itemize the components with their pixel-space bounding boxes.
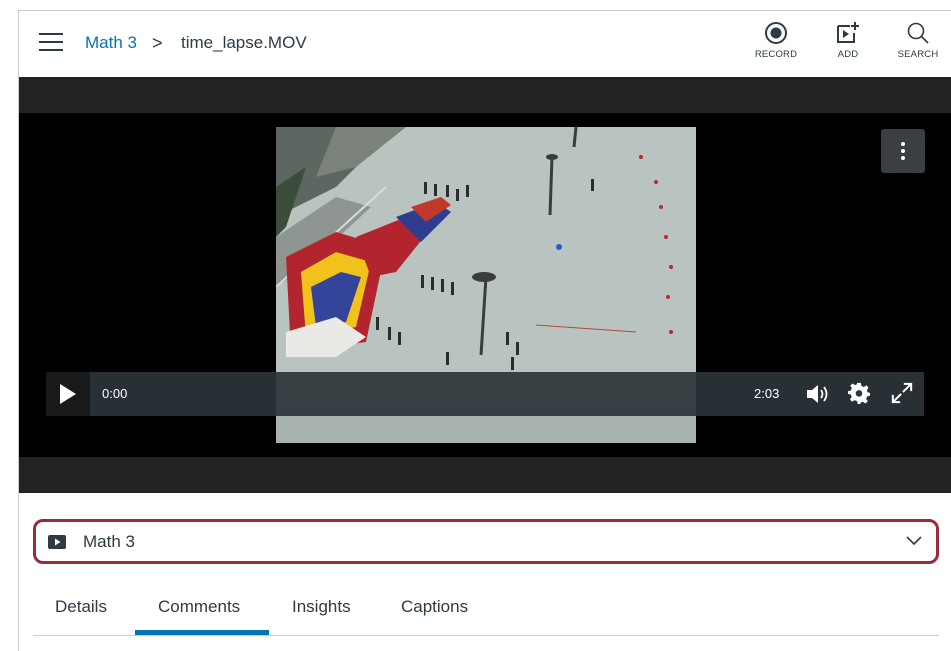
record-label: RECORD xyxy=(754,49,798,60)
duration: 2:03 xyxy=(754,386,780,401)
record-icon xyxy=(765,22,787,44)
media-selector[interactable]: Math 3 xyxy=(33,519,939,564)
record-button[interactable]: RECORD xyxy=(746,21,806,60)
media-tabs: Details Comments Insights Captions xyxy=(33,589,939,636)
media-selector-label: Math 3 xyxy=(83,532,135,551)
play-button[interactable] xyxy=(46,372,90,416)
breadcrumb-course-link[interactable]: Math 3 xyxy=(85,32,137,54)
tab-insights[interactable]: Insights xyxy=(292,597,351,617)
volume-icon[interactable] xyxy=(805,382,829,406)
page-header: Math 3 > time_lapse.MOV RECORD ADD SEARC… xyxy=(19,11,951,77)
search-label: SEARCH xyxy=(897,49,939,60)
active-tab-indicator xyxy=(135,630,269,635)
more-options-button[interactable] xyxy=(881,129,925,173)
player-bottom-band xyxy=(19,457,951,493)
tab-comments[interactable]: Comments xyxy=(158,597,240,617)
current-time: 0:00 xyxy=(102,386,128,401)
settings-icon[interactable] xyxy=(848,382,870,404)
fullscreen-icon[interactable] xyxy=(891,382,913,404)
player-top-band xyxy=(19,77,951,113)
breadcrumb-separator: > xyxy=(152,33,163,53)
add-media-icon xyxy=(837,22,859,43)
player-controls: 0:00 2:03 xyxy=(46,372,924,416)
media-page: Math 3 > time_lapse.MOV RECORD ADD SEARC… xyxy=(18,10,951,651)
add-label: ADD xyxy=(837,49,859,60)
search-button[interactable]: SEARCH xyxy=(888,21,948,60)
chevron-down-icon xyxy=(906,536,922,546)
tab-details[interactable]: Details xyxy=(55,597,107,617)
search-icon xyxy=(907,22,929,44)
video-icon xyxy=(48,535,66,549)
breadcrumb-current-file: time_lapse.MOV xyxy=(181,33,307,52)
play-icon xyxy=(60,384,76,404)
video-player[interactable]: 0:00 2:03 xyxy=(19,113,951,457)
menu-icon[interactable] xyxy=(39,33,63,51)
add-button[interactable]: ADD xyxy=(818,21,878,60)
tab-captions[interactable]: Captions xyxy=(401,597,468,617)
